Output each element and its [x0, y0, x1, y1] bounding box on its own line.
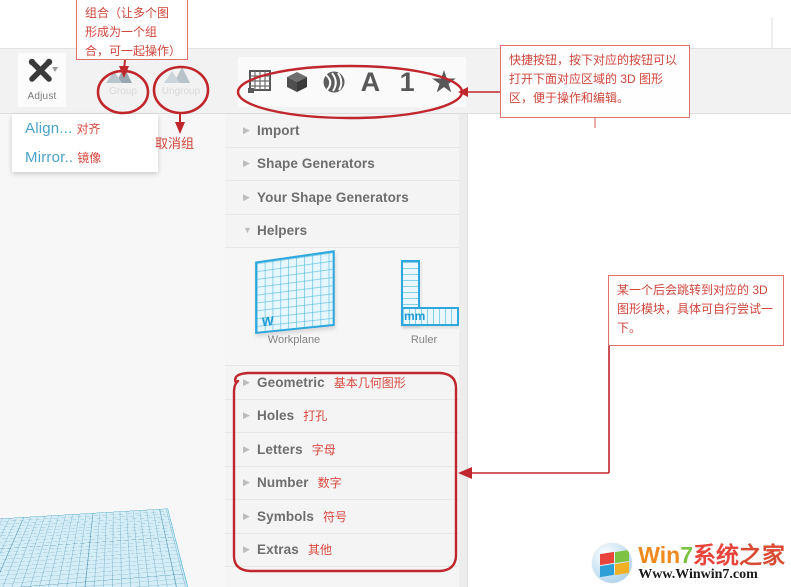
panel-row-number-annotation: 数字	[317, 476, 342, 491]
crossed-tools-icon	[18, 58, 66, 86]
chevron-right-icon: ▶	[243, 191, 250, 202]
menu-item-align-annotation: 对齐	[76, 122, 101, 136]
adjust-button-label: Adjust	[27, 91, 57, 102]
panel-row-import-label: Import	[257, 122, 300, 138]
group-button[interactable]: Group	[100, 61, 146, 103]
workplane-grid	[0, 508, 200, 587]
panel-row-holes[interactable]: ▶ Holes 打孔	[225, 399, 467, 433]
ruler-badge: mm	[404, 309, 426, 323]
number-one-glyph: 1	[399, 66, 415, 97]
watermark-title-part-3: 系统	[693, 542, 739, 568]
panel-row-extras-annotation: 其他	[307, 543, 332, 558]
chevron-right-icon: ▶	[243, 544, 250, 555]
menu-item-mirror[interactable]: Mirror.. 镜像	[12, 143, 158, 172]
panel-row-your-shape-generators-label: Your Shape Generators	[257, 189, 409, 205]
cube-icon[interactable]	[281, 65, 313, 99]
crop-mark	[771, 18, 773, 48]
watermark-title-part-4: 之家	[739, 542, 785, 568]
workplane-grid-icon[interactable]	[244, 65, 276, 99]
annotation-jump: 某一个后会跳转到对应的 3D 图形模块，具体可自行尝试一下。	[608, 275, 784, 346]
adjust-dropdown-menu: Align... 对齐 Mirror.. 镜像	[12, 114, 158, 172]
textured-sphere-icon[interactable]	[318, 65, 350, 99]
panel-row-number-label: Number	[257, 475, 309, 491]
panel-row-helpers[interactable]: ▼ Helpers	[225, 214, 467, 248]
panel-row-shape-generators[interactable]: ▶ Shape Generators	[225, 147, 467, 181]
panel-row-holes-label: Holes	[257, 408, 295, 424]
shape-tool-shortcuts: A 1 ★	[238, 57, 466, 107]
windows-flag-icon	[592, 543, 633, 583]
workplane-grid-icon: W	[255, 250, 335, 334]
number-one-icon[interactable]: 1	[391, 65, 423, 99]
chevron-right-icon: ▶	[243, 510, 250, 521]
helpers-tile-grid: W Workplane mm Ruler	[225, 248, 467, 366]
menu-item-align[interactable]: Align... 对齐	[12, 114, 158, 143]
chevron-right-icon: ▶	[243, 376, 250, 387]
workplane-badge: W	[261, 313, 274, 330]
menu-item-mirror-annotation: 镜像	[77, 151, 102, 165]
helper-tile-ruler[interactable]: mm Ruler	[381, 256, 467, 365]
helper-tile-workplane-label: Workplane	[267, 334, 321, 346]
chevron-right-icon: ▶	[243, 443, 250, 454]
panel-scrollbar[interactable]	[459, 114, 467, 587]
panel-row-geometric-label: Geometric	[257, 374, 325, 390]
ungroup-button[interactable]: Ungroup	[158, 61, 204, 103]
panel-row-symbols[interactable]: ▶ Symbols 符号	[225, 500, 467, 534]
watermark: Win7系统之家 Www.Winwin7.com	[592, 543, 785, 583]
watermark-url: Www.Winwin7.com	[638, 567, 758, 582]
panel-row-geometric-annotation: 基本几何图形	[333, 375, 406, 390]
shape-library-panel: ▶ Import ▶ Shape Generators ▶ Your Shape…	[225, 114, 468, 587]
panel-row-shape-generators-label: Shape Generators	[257, 156, 375, 172]
ruler-icon: mm	[387, 256, 461, 330]
panel-row-extras-label: Extras	[257, 542, 299, 558]
panel-row-symbols-annotation: 符号	[322, 509, 347, 524]
panel-row-geometric[interactable]: ▶ Geometric 基本几何图形	[225, 366, 467, 400]
panel-row-number[interactable]: ▶ Number 数字	[225, 466, 467, 500]
annotation-shape-tools: 快捷按钮，按下对应的按钮可以打开下面对应区域的 3D 图形区，便于操作和编辑。	[500, 45, 690, 118]
panel-row-letters[interactable]: ▶ Letters 字母	[225, 433, 467, 467]
menu-item-align-label: Align...	[25, 120, 73, 137]
panel-row-import[interactable]: ▶ Import	[225, 114, 467, 148]
panel-row-holes-annotation: 打孔	[303, 409, 328, 424]
panel-row-helpers-label: Helpers	[257, 223, 308, 239]
menu-item-mirror-label: Mirror..	[25, 149, 74, 166]
annotation-group: 组合（让多个图形成为一个组合，可一起操作）	[76, 0, 188, 60]
panel-row-letters-annotation: 字母	[311, 442, 336, 457]
panel-row-symbols-label: Symbols	[257, 508, 314, 524]
annotation-ungroup: 取消组	[155, 136, 195, 151]
chevron-right-icon: ▶	[243, 477, 250, 488]
watermark-title-part-2: 7	[680, 542, 693, 568]
letter-a-icon[interactable]: A	[354, 65, 386, 99]
chevron-right-icon: ▶	[243, 158, 250, 169]
watermark-title-part-1: Win	[638, 542, 681, 568]
chevron-right-icon: ▶	[243, 124, 250, 135]
chevron-down-icon: ▼	[243, 225, 252, 236]
adjust-button[interactable]: Adjust	[18, 53, 66, 107]
letter-a-glyph: A	[360, 66, 381, 97]
helper-tile-ruler-label: Ruler	[410, 334, 438, 346]
star-icon[interactable]: ★	[428, 65, 460, 99]
panel-row-your-shape-generators[interactable]: ▶ Your Shape Generators	[225, 181, 467, 215]
helper-tile-workplane[interactable]: W Workplane	[251, 250, 337, 365]
chevron-right-icon: ▶	[243, 410, 250, 421]
panel-row-extras[interactable]: ▶ Extras 其他	[225, 533, 467, 567]
star-glyph: ★	[431, 66, 457, 97]
ungroup-button-caption: Ungroup	[161, 86, 201, 97]
watermark-title: Win7系统之家	[638, 544, 785, 567]
panel-row-letters-label: Letters	[257, 441, 303, 457]
